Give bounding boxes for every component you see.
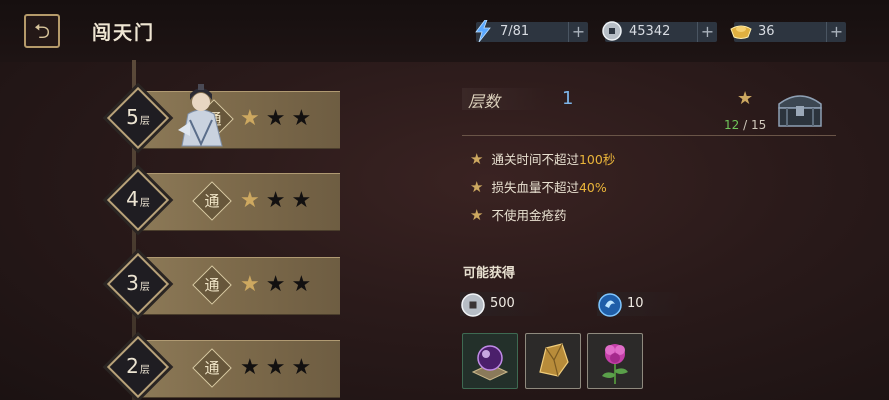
condition-3: ★ 不使用金疮药 [470,206,567,224]
silver-coin-icon [599,18,625,44]
star-icon-empty: ★ [265,355,292,380]
floor-row-4[interactable]: 4层 通 ★★★ [100,168,345,234]
star-icon-empty: ★ [265,106,292,131]
floor-number: 3 [126,271,139,295]
cleared-seal-label: 通 [204,276,220,294]
star-icon-empty: ★ [265,272,292,297]
back-button[interactable]: ⮌ [24,14,60,48]
reward-item-slot[interactable] [525,333,581,389]
add-silver-button[interactable]: + [697,22,717,42]
add-gold-ingot-button[interactable]: + [826,22,846,42]
star-icon-empty: ★ [291,188,318,213]
floor-value: 1 [562,88,574,109]
floor-stars: ★★★ [240,188,317,213]
top-bar: ⮌ 闯天门 7/81 + 45342 + 36 + [0,0,889,62]
star-icon-empty: ★ [265,188,292,213]
gold-ingot-counter: 36 + [730,22,846,42]
condition-1: ★ 通关时间不超过100秒 [470,150,616,168]
stamina-counter: 7/81 + [475,20,588,42]
star-icon: ★ [470,150,484,168]
blue-spirit-orb-icon [598,293,622,317]
purple-flower-icon [602,344,628,384]
back-arrow-icon: ⮌ [33,19,51,43]
star-icon-empty: ★ [291,355,318,380]
cleared-seal-label: 通 [204,192,220,210]
player-avatar [168,80,234,148]
star-icon-empty: ★ [291,106,318,131]
floor-stars: ★★★ [240,355,317,380]
floor-row-2[interactable]: 2层 通 ★★★ [100,335,345,400]
floor-badge: 4层 [106,168,170,232]
chest-progress: 12 / 15 [724,118,767,132]
floor-label: 层数 [462,88,546,111]
gold-ingot-icon [728,18,754,44]
silver-counter: 45342 + [602,21,717,42]
floor-badge: 2层 [106,335,170,399]
lightning-icon [470,18,496,44]
star-icon-empty: ★ [240,355,266,380]
reward-item-slot[interactable] [462,333,518,389]
floor-badge: 5层 [106,86,170,150]
star-icon-earned: ★ [240,272,266,297]
treasure-chest-icon[interactable] [773,86,827,130]
star-icon: ★ [470,178,484,196]
reward-spirit-value: 10 [627,296,644,311]
divider [462,135,836,136]
gold-ingot-value: 36 [758,24,775,39]
star-icon-earned: ★ [240,106,266,131]
floor-unit: 层 [139,282,150,293]
condition-2: ★ 损失血量不超过40% [470,178,607,196]
floor-unit: 层 [139,198,150,209]
gold-ore-icon [539,343,569,377]
reward-silver-value: 500 [490,296,515,311]
purple-orb-icon [471,345,509,381]
floor-number: 2 [126,354,139,378]
star-icon-earned: ★ [240,188,266,213]
rewards-title: 可能获得 [463,266,516,281]
floor-stars: ★★★ [240,106,317,131]
page-title: 闯天门 [92,22,156,44]
silver-coin-icon [461,293,485,317]
floor-number: 4 [126,187,139,211]
floor-row-3[interactable]: 3层 通 ★★★ [100,252,345,318]
star-icon-empty: ★ [291,272,318,297]
floor-number: 5 [126,105,139,129]
stamina-value: 7/81 [500,24,530,39]
floor-badge: 3层 [106,252,170,316]
floor-unit: 层 [139,365,150,376]
star-icon: ★ [737,88,754,109]
floor-stars: ★★★ [240,272,317,297]
floor-unit: 层 [139,116,150,127]
reward-spirit: 10 [597,292,687,317]
cleared-seal-label: 通 [204,359,220,377]
reward-silver: 500 [460,292,550,317]
silver-value: 45342 [629,24,671,39]
reward-item-slot[interactable] [587,333,643,389]
star-icon: ★ [470,206,484,224]
add-stamina-button[interactable]: + [568,22,588,42]
